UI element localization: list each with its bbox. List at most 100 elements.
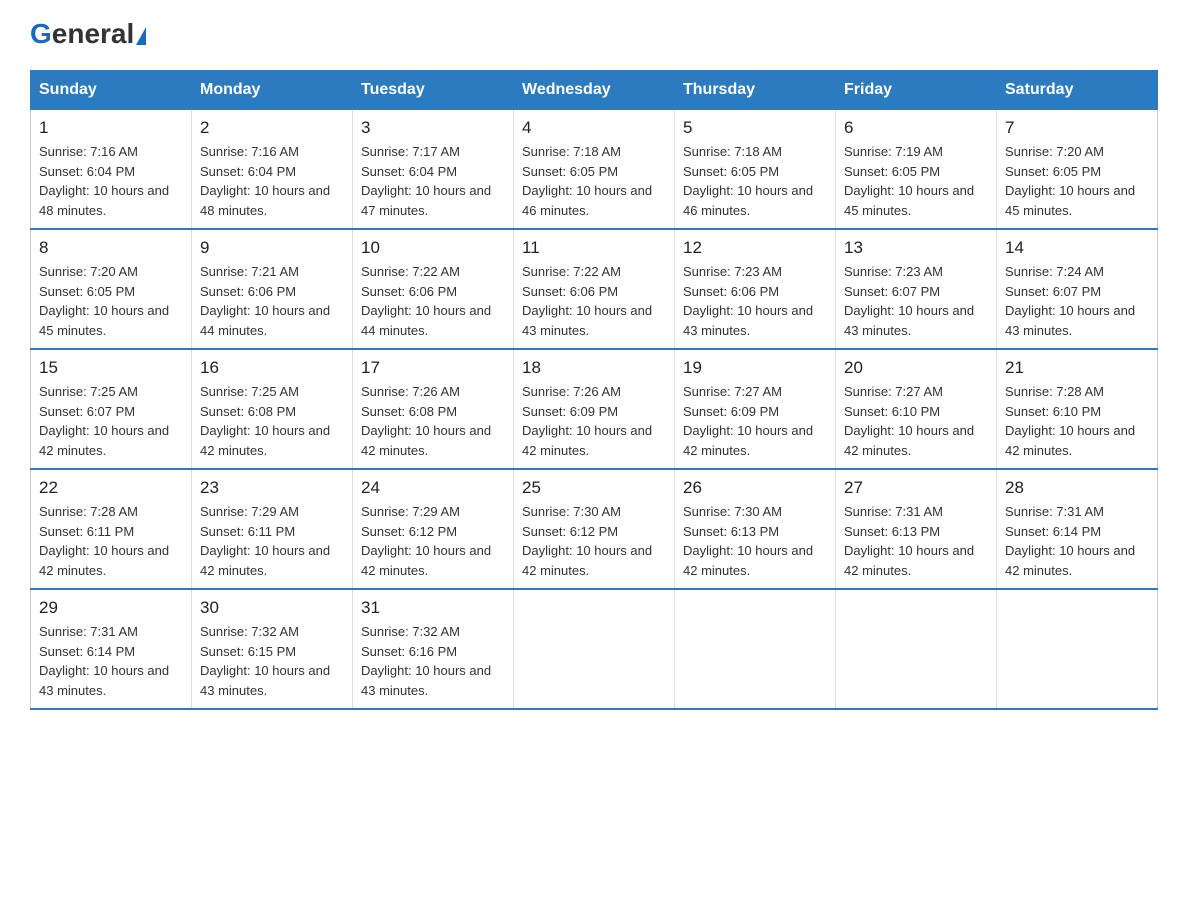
calendar-cell: 23 Sunrise: 7:29 AMSunset: 6:11 PMDaylig… bbox=[192, 469, 353, 589]
calendar-cell: 25 Sunrise: 7:30 AMSunset: 6:12 PMDaylig… bbox=[514, 469, 675, 589]
day-number: 5 bbox=[683, 118, 827, 138]
cell-info: Sunrise: 7:27 AMSunset: 6:09 PMDaylight:… bbox=[683, 384, 813, 458]
day-number: 18 bbox=[522, 358, 666, 378]
cell-info: Sunrise: 7:19 AMSunset: 6:05 PMDaylight:… bbox=[844, 144, 974, 218]
day-number: 1 bbox=[39, 118, 183, 138]
day-number: 15 bbox=[39, 358, 183, 378]
column-header-thursday: Thursday bbox=[675, 71, 836, 110]
calendar-cell bbox=[836, 589, 997, 709]
day-number: 10 bbox=[361, 238, 505, 258]
cell-info: Sunrise: 7:30 AMSunset: 6:12 PMDaylight:… bbox=[522, 504, 652, 578]
cell-info: Sunrise: 7:29 AMSunset: 6:11 PMDaylight:… bbox=[200, 504, 330, 578]
day-number: 21 bbox=[1005, 358, 1149, 378]
day-number: 11 bbox=[522, 238, 666, 258]
cell-info: Sunrise: 7:23 AMSunset: 6:07 PMDaylight:… bbox=[844, 264, 974, 338]
calendar-cell bbox=[997, 589, 1158, 709]
calendar-cell: 28 Sunrise: 7:31 AMSunset: 6:14 PMDaylig… bbox=[997, 469, 1158, 589]
day-number: 13 bbox=[844, 238, 988, 258]
calendar-cell: 20 Sunrise: 7:27 AMSunset: 6:10 PMDaylig… bbox=[836, 349, 997, 469]
logo-triangle-icon bbox=[136, 27, 146, 45]
calendar-week-row: 22 Sunrise: 7:28 AMSunset: 6:11 PMDaylig… bbox=[31, 469, 1158, 589]
calendar-cell: 22 Sunrise: 7:28 AMSunset: 6:11 PMDaylig… bbox=[31, 469, 192, 589]
calendar-cell: 6 Sunrise: 7:19 AMSunset: 6:05 PMDayligh… bbox=[836, 110, 997, 230]
calendar-cell: 12 Sunrise: 7:23 AMSunset: 6:06 PMDaylig… bbox=[675, 229, 836, 349]
calendar-header-row: SundayMondayTuesdayWednesdayThursdayFrid… bbox=[31, 71, 1158, 110]
day-number: 30 bbox=[200, 598, 344, 618]
day-number: 8 bbox=[39, 238, 183, 258]
day-number: 29 bbox=[39, 598, 183, 618]
calendar-cell: 24 Sunrise: 7:29 AMSunset: 6:12 PMDaylig… bbox=[353, 469, 514, 589]
day-number: 26 bbox=[683, 478, 827, 498]
day-number: 25 bbox=[522, 478, 666, 498]
calendar-cell: 14 Sunrise: 7:24 AMSunset: 6:07 PMDaylig… bbox=[997, 229, 1158, 349]
day-number: 17 bbox=[361, 358, 505, 378]
cell-info: Sunrise: 7:20 AMSunset: 6:05 PMDaylight:… bbox=[1005, 144, 1135, 218]
page-header: General bbox=[30, 20, 1158, 50]
cell-info: Sunrise: 7:31 AMSunset: 6:13 PMDaylight:… bbox=[844, 504, 974, 578]
day-number: 14 bbox=[1005, 238, 1149, 258]
cell-info: Sunrise: 7:18 AMSunset: 6:05 PMDaylight:… bbox=[683, 144, 813, 218]
cell-info: Sunrise: 7:26 AMSunset: 6:08 PMDaylight:… bbox=[361, 384, 491, 458]
day-number: 24 bbox=[361, 478, 505, 498]
day-number: 28 bbox=[1005, 478, 1149, 498]
calendar-cell: 1 Sunrise: 7:16 AMSunset: 6:04 PMDayligh… bbox=[31, 110, 192, 230]
cell-info: Sunrise: 7:30 AMSunset: 6:13 PMDaylight:… bbox=[683, 504, 813, 578]
cell-info: Sunrise: 7:18 AMSunset: 6:05 PMDaylight:… bbox=[522, 144, 652, 218]
calendar-cell: 11 Sunrise: 7:22 AMSunset: 6:06 PMDaylig… bbox=[514, 229, 675, 349]
column-header-saturday: Saturday bbox=[997, 71, 1158, 110]
cell-info: Sunrise: 7:28 AMSunset: 6:10 PMDaylight:… bbox=[1005, 384, 1135, 458]
cell-info: Sunrise: 7:23 AMSunset: 6:06 PMDaylight:… bbox=[683, 264, 813, 338]
column-header-friday: Friday bbox=[836, 71, 997, 110]
day-number: 16 bbox=[200, 358, 344, 378]
calendar-cell: 21 Sunrise: 7:28 AMSunset: 6:10 PMDaylig… bbox=[997, 349, 1158, 469]
cell-info: Sunrise: 7:22 AMSunset: 6:06 PMDaylight:… bbox=[361, 264, 491, 338]
calendar-cell: 5 Sunrise: 7:18 AMSunset: 6:05 PMDayligh… bbox=[675, 110, 836, 230]
cell-info: Sunrise: 7:31 AMSunset: 6:14 PMDaylight:… bbox=[39, 624, 169, 698]
calendar-table: SundayMondayTuesdayWednesdayThursdayFrid… bbox=[30, 70, 1158, 710]
day-number: 3 bbox=[361, 118, 505, 138]
calendar-week-row: 29 Sunrise: 7:31 AMSunset: 6:14 PMDaylig… bbox=[31, 589, 1158, 709]
calendar-cell: 30 Sunrise: 7:32 AMSunset: 6:15 PMDaylig… bbox=[192, 589, 353, 709]
column-header-tuesday: Tuesday bbox=[353, 71, 514, 110]
cell-info: Sunrise: 7:32 AMSunset: 6:16 PMDaylight:… bbox=[361, 624, 491, 698]
calendar-cell: 13 Sunrise: 7:23 AMSunset: 6:07 PMDaylig… bbox=[836, 229, 997, 349]
column-header-monday: Monday bbox=[192, 71, 353, 110]
cell-info: Sunrise: 7:25 AMSunset: 6:08 PMDaylight:… bbox=[200, 384, 330, 458]
calendar-cell: 31 Sunrise: 7:32 AMSunset: 6:16 PMDaylig… bbox=[353, 589, 514, 709]
cell-info: Sunrise: 7:28 AMSunset: 6:11 PMDaylight:… bbox=[39, 504, 169, 578]
calendar-cell bbox=[675, 589, 836, 709]
calendar-cell: 4 Sunrise: 7:18 AMSunset: 6:05 PMDayligh… bbox=[514, 110, 675, 230]
cell-info: Sunrise: 7:29 AMSunset: 6:12 PMDaylight:… bbox=[361, 504, 491, 578]
cell-info: Sunrise: 7:24 AMSunset: 6:07 PMDaylight:… bbox=[1005, 264, 1135, 338]
logo-general-text: General bbox=[30, 20, 146, 48]
calendar-cell: 29 Sunrise: 7:31 AMSunset: 6:14 PMDaylig… bbox=[31, 589, 192, 709]
cell-info: Sunrise: 7:26 AMSunset: 6:09 PMDaylight:… bbox=[522, 384, 652, 458]
day-number: 22 bbox=[39, 478, 183, 498]
day-number: 12 bbox=[683, 238, 827, 258]
calendar-cell: 9 Sunrise: 7:21 AMSunset: 6:06 PMDayligh… bbox=[192, 229, 353, 349]
calendar-cell: 19 Sunrise: 7:27 AMSunset: 6:09 PMDaylig… bbox=[675, 349, 836, 469]
day-number: 4 bbox=[522, 118, 666, 138]
cell-info: Sunrise: 7:27 AMSunset: 6:10 PMDaylight:… bbox=[844, 384, 974, 458]
cell-info: Sunrise: 7:20 AMSunset: 6:05 PMDaylight:… bbox=[39, 264, 169, 338]
day-number: 19 bbox=[683, 358, 827, 378]
calendar-cell: 8 Sunrise: 7:20 AMSunset: 6:05 PMDayligh… bbox=[31, 229, 192, 349]
cell-info: Sunrise: 7:22 AMSunset: 6:06 PMDaylight:… bbox=[522, 264, 652, 338]
calendar-cell: 3 Sunrise: 7:17 AMSunset: 6:04 PMDayligh… bbox=[353, 110, 514, 230]
day-number: 7 bbox=[1005, 118, 1149, 138]
calendar-cell: 18 Sunrise: 7:26 AMSunset: 6:09 PMDaylig… bbox=[514, 349, 675, 469]
calendar-cell bbox=[514, 589, 675, 709]
day-number: 27 bbox=[844, 478, 988, 498]
calendar-cell: 17 Sunrise: 7:26 AMSunset: 6:08 PMDaylig… bbox=[353, 349, 514, 469]
calendar-cell: 10 Sunrise: 7:22 AMSunset: 6:06 PMDaylig… bbox=[353, 229, 514, 349]
day-number: 9 bbox=[200, 238, 344, 258]
calendar-cell: 16 Sunrise: 7:25 AMSunset: 6:08 PMDaylig… bbox=[192, 349, 353, 469]
calendar-week-row: 15 Sunrise: 7:25 AMSunset: 6:07 PMDaylig… bbox=[31, 349, 1158, 469]
cell-info: Sunrise: 7:21 AMSunset: 6:06 PMDaylight:… bbox=[200, 264, 330, 338]
calendar-cell: 27 Sunrise: 7:31 AMSunset: 6:13 PMDaylig… bbox=[836, 469, 997, 589]
column-header-sunday: Sunday bbox=[31, 71, 192, 110]
calendar-cell: 15 Sunrise: 7:25 AMSunset: 6:07 PMDaylig… bbox=[31, 349, 192, 469]
logo: General bbox=[30, 20, 146, 50]
cell-info: Sunrise: 7:16 AMSunset: 6:04 PMDaylight:… bbox=[39, 144, 169, 218]
calendar-cell: 2 Sunrise: 7:16 AMSunset: 6:04 PMDayligh… bbox=[192, 110, 353, 230]
